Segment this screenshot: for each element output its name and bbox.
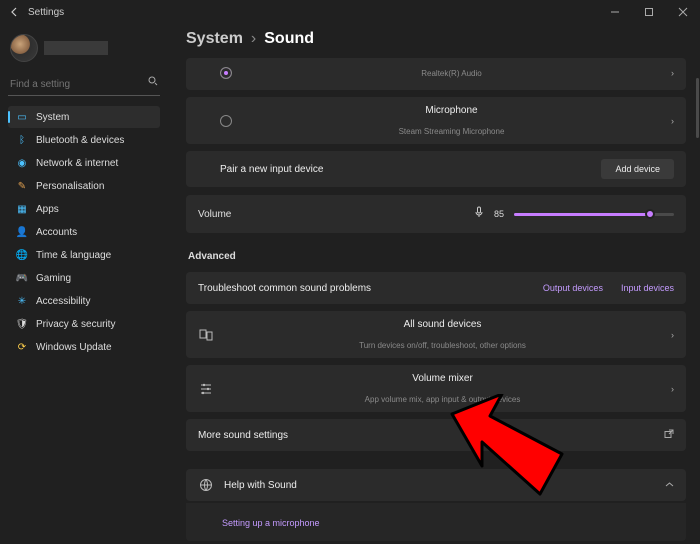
volume-slider[interactable]: [514, 213, 674, 216]
sidebar-item-privacy[interactable]: 🛡 Privacy & security: [8, 313, 160, 335]
search-input[interactable]: [8, 74, 160, 96]
minimize-button[interactable]: [598, 0, 632, 24]
brush-icon: ✎: [16, 180, 28, 192]
output-devices-link[interactable]: Output devices: [543, 283, 603, 293]
breadcrumb: System › Sound: [186, 30, 686, 58]
maximize-button[interactable]: [632, 0, 666, 24]
devices-icon: [198, 328, 214, 342]
volume-label: Volume: [198, 209, 231, 220]
titlebar: Settings: [0, 0, 700, 24]
back-icon[interactable]: [10, 7, 20, 17]
sidebar-item-label: Personalisation: [36, 181, 104, 192]
search-icon[interactable]: [148, 76, 158, 89]
microphone-icon[interactable]: [474, 205, 484, 223]
sidebar-item-network[interactable]: ◉ Network & internet: [8, 152, 160, 174]
chevron-right-icon: ›: [671, 116, 674, 126]
all-sound-devices-row[interactable]: All sound devices Turn devices on/off, t…: [186, 311, 686, 358]
wifi-icon: ◉: [16, 157, 28, 169]
help-expander-content: Setting up a microphone: [186, 503, 686, 541]
more-sound-settings-row[interactable]: More sound settings: [186, 419, 686, 451]
chevron-right-icon: ›: [671, 330, 674, 340]
volume-value: 85: [494, 209, 504, 219]
section-advanced: Advanced: [186, 237, 686, 268]
pair-device-row: Pair a new input device Add device: [186, 151, 686, 187]
close-button[interactable]: [666, 0, 700, 24]
sidebar-item-time[interactable]: 🌐 Time & language: [8, 244, 160, 266]
sidebar: ▭ System ᛒ Bluetooth & devices ◉ Network & …: [0, 24, 168, 544]
volume-row: Volume 85: [186, 195, 686, 233]
globe-help-icon: [198, 478, 214, 492]
sidebar-item-label: Privacy & security: [36, 319, 115, 330]
open-external-icon: [664, 429, 674, 441]
globe-icon: 🌐: [16, 249, 28, 261]
pair-label: Pair a new input device: [220, 164, 591, 175]
bluetooth-icon: ᛒ: [16, 134, 28, 146]
sidebar-item-label: Apps: [36, 204, 59, 215]
radio-unselected-icon[interactable]: [220, 115, 232, 127]
accessibility-icon: ✳: [16, 295, 28, 307]
sidebar-item-bluetooth[interactable]: ᛒ Bluetooth & devices: [8, 129, 160, 151]
row-title: Help with Sound: [224, 480, 655, 491]
chevron-right-icon: ›: [671, 68, 674, 78]
window-title: Settings: [28, 7, 64, 18]
sidebar-item-label: Network & internet: [36, 158, 118, 169]
troubleshoot-label: Troubleshoot common sound problems: [198, 283, 533, 294]
device-subtitle: Steam Streaming Microphone: [399, 127, 505, 136]
mixer-icon: [198, 382, 214, 396]
row-title: Volume mixer: [412, 373, 473, 384]
row-title: More sound settings: [198, 430, 654, 441]
row-subtitle: App volume mix, app input & output devic…: [365, 395, 521, 404]
sidebar-item-label: Bluetooth & devices: [36, 135, 124, 146]
system-icon: ▭: [16, 111, 28, 123]
sidebar-item-accounts[interactable]: 👤 Accounts: [8, 221, 160, 243]
add-device-button[interactable]: Add device: [601, 159, 674, 179]
sidebar-item-label: Time & language: [36, 250, 111, 261]
scrollbar[interactable]: [696, 78, 699, 138]
device-subtitle: Realtek(R) Audio: [421, 69, 481, 78]
sidebar-item-windows-update[interactable]: ⟳ Windows Update: [8, 336, 160, 358]
input-devices-link[interactable]: Input devices: [621, 283, 674, 293]
volume-mixer-row[interactable]: Volume mixer App volume mix, app input &…: [186, 365, 686, 412]
sidebar-item-label: Gaming: [36, 273, 71, 284]
chevron-up-icon: [665, 480, 674, 491]
update-icon: ⟳: [16, 341, 28, 353]
chevron-right-icon: ›: [251, 30, 256, 48]
sidebar-item-label: System: [36, 112, 69, 123]
apps-icon: ▦: [16, 203, 28, 215]
input-device-row[interactable]: Realtek(R) Audio ›: [186, 58, 686, 90]
row-title: All sound devices: [404, 319, 482, 330]
page-title: Sound: [264, 30, 314, 48]
row-subtitle: Turn devices on/off, troubleshoot, other…: [359, 341, 526, 350]
main-content: System › Sound Realtek(R) Audio › Microp…: [168, 24, 700, 544]
user-profile[interactable]: [8, 28, 160, 74]
input-device-row[interactable]: Microphone Steam Streaming Microphone ›: [186, 97, 686, 144]
sidebar-item-system[interactable]: ▭ System: [8, 106, 160, 128]
device-title: Microphone: [425, 105, 477, 116]
help-with-sound-expander[interactable]: Help with Sound: [186, 469, 686, 501]
help-link[interactable]: Setting up a microphone: [222, 518, 320, 528]
breadcrumb-parent[interactable]: System: [186, 30, 243, 48]
sidebar-item-accessibility[interactable]: ✳ Accessibility: [8, 290, 160, 312]
sidebar-item-apps[interactable]: ▦ Apps: [8, 198, 160, 220]
sidebar-item-personalisation[interactable]: ✎ Personalisation: [8, 175, 160, 197]
avatar: [10, 34, 38, 62]
sidebar-item-label: Accessibility: [36, 296, 90, 307]
radio-selected-icon[interactable]: [220, 67, 232, 79]
slider-thumb-icon[interactable]: [645, 209, 655, 219]
gamepad-icon: 🎮: [16, 272, 28, 284]
person-icon: 👤: [16, 226, 28, 238]
shield-icon: 🛡: [16, 318, 28, 330]
user-name-redacted: [44, 41, 108, 55]
sidebar-item-label: Accounts: [36, 227, 77, 238]
sidebar-item-gaming[interactable]: 🎮 Gaming: [8, 267, 160, 289]
sidebar-item-label: Windows Update: [36, 342, 112, 353]
troubleshoot-row: Troubleshoot common sound problems Outpu…: [186, 272, 686, 304]
chevron-right-icon: ›: [671, 384, 674, 394]
